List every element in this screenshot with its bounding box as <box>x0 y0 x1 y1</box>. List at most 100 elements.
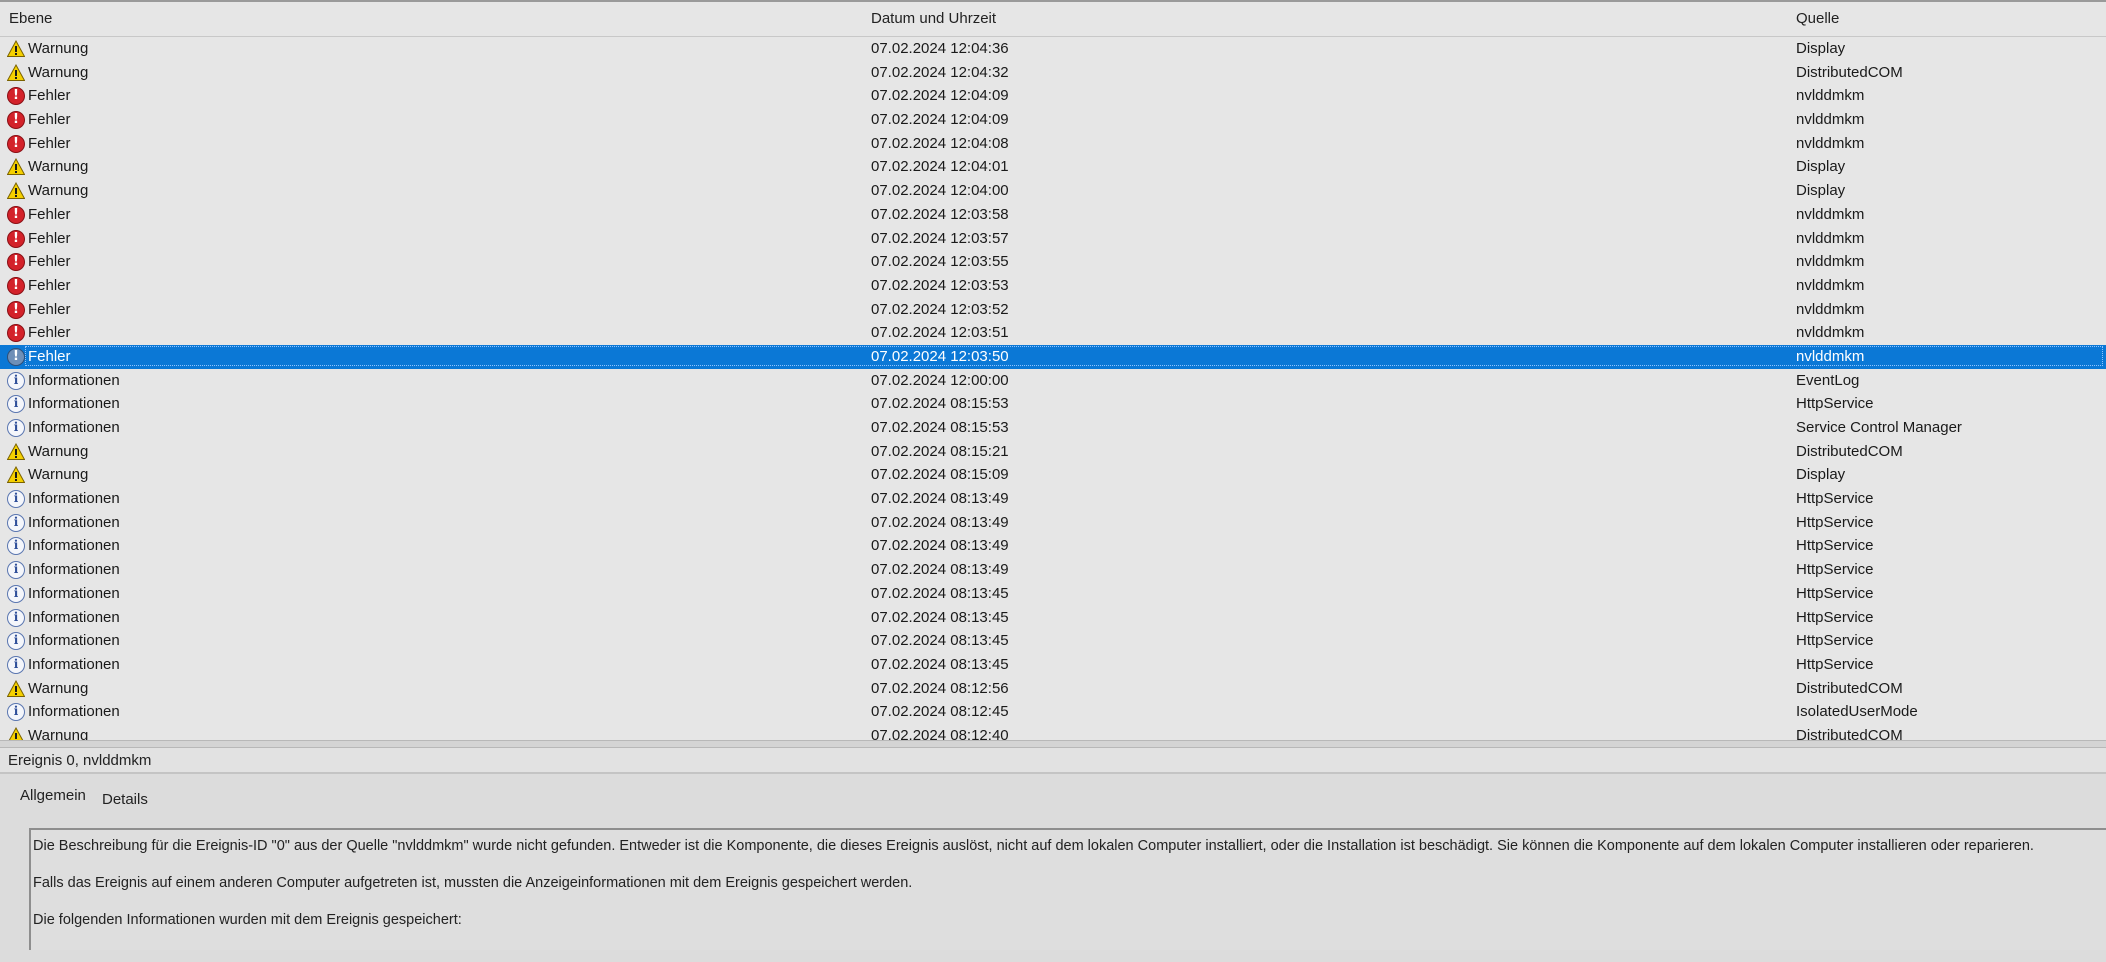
table-row[interactable]: i Informationen 07.02.2024 08:13:45 HttpSer… <box>0 629 2106 653</box>
row-level: Informationen <box>28 371 120 389</box>
error-icon: ! <box>7 276 25 295</box>
row-datetime: 07.02.2024 12:03:50 <box>871 347 1009 365</box>
detail-tabs: Allgemein Details <box>0 776 2106 816</box>
error-icon: ! <box>7 229 25 248</box>
table-row[interactable]: ! Fehler 07.02.2024 12:04:08 nvlddmkm <box>0 132 2106 156</box>
table-row[interactable]: Warnung 07.02.2024 08:15:09 Display <box>0 463 2106 487</box>
row-level: Fehler <box>28 205 71 223</box>
table-row[interactable]: ! Fehler 07.02.2024 12:03:50 nvlddmkm <box>0 344 2106 369</box>
row-datetime: 07.02.2024 12:03:53 <box>871 276 1009 294</box>
table-row[interactable]: i Informationen 07.02.2024 08:15:53 HttpSer… <box>0 392 2106 416</box>
row-datetime: 07.02.2024 08:15:53 <box>871 395 1009 413</box>
row-level: Informationen <box>28 655 120 673</box>
table-row[interactable]: i Informationen 07.02.2024 08:15:53 Service… <box>0 416 2106 440</box>
row-source: HttpService <box>1796 490 1874 508</box>
row-source: nvlddmkm <box>1796 347 1865 365</box>
row-level: Fehler <box>28 229 71 247</box>
table-row[interactable]: i Informationen 07.02.2024 08:13:45 HttpSer… <box>0 582 2106 606</box>
row-level: Fehler <box>28 324 71 342</box>
row-level: Warnung <box>28 679 89 697</box>
table-row[interactable]: Warnung 07.02.2024 12:04:00 Display <box>0 179 2106 203</box>
table-row[interactable]: i Informationen 07.02.2024 08:13:49 HttpSer… <box>0 534 2106 558</box>
tab-details[interactable]: Details <box>96 791 154 808</box>
column-header-source[interactable]: Quelle <box>1796 10 1839 27</box>
info-icon: i <box>7 395 25 414</box>
tab-allgemein[interactable]: Allgemein <box>14 787 92 804</box>
row-datetime: 07.02.2024 12:04:36 <box>871 40 1009 57</box>
column-header-level[interactable]: Ebene <box>9 10 52 27</box>
table-row[interactable]: Warnung 07.02.2024 12:04:01 Display <box>0 155 2106 179</box>
row-source: DistributedCOM <box>1796 63 1903 81</box>
row-datetime: 07.02.2024 08:12:45 <box>871 703 1009 721</box>
table-row[interactable]: ! Fehler 07.02.2024 12:03:55 nvlddmkm <box>0 250 2106 274</box>
row-source: nvlddmkm <box>1796 111 1865 129</box>
row-datetime: 07.02.2024 12:04:32 <box>871 63 1009 81</box>
table-row[interactable]: i Informationen 07.02.2024 08:13:49 HttpSer… <box>0 558 2106 582</box>
table-row[interactable]: ! Fehler 07.02.2024 12:03:53 nvlddmkm <box>0 274 2106 298</box>
row-source: HttpService <box>1796 395 1874 413</box>
warning-icon <box>7 442 25 461</box>
row-datetime: 07.02.2024 08:15:53 <box>871 419 1009 436</box>
table-row[interactable]: ! Fehler 07.02.2024 12:03:57 nvlddmkm <box>0 227 2106 251</box>
table-row[interactable]: i Informationen 07.02.2024 12:00:00 EventLo… <box>0 369 2106 393</box>
info-icon: i <box>7 371 25 390</box>
error-icon: ! <box>7 253 25 272</box>
row-source: Display <box>1796 466 1846 484</box>
info-icon: i <box>7 608 25 627</box>
row-level: Warnung <box>28 726 89 740</box>
row-datetime: 07.02.2024 12:03:52 <box>871 300 1009 318</box>
row-datetime: 07.02.2024 08:12:40 <box>871 726 1009 740</box>
row-datetime: 07.02.2024 12:04:09 <box>871 111 1009 129</box>
row-datetime: 07.02.2024 08:15:09 <box>871 466 1009 484</box>
table-row[interactable]: ! Fehler 07.02.2024 12:03:52 nvlddmkm <box>0 298 2106 322</box>
table-row[interactable]: Warnung 07.02.2024 08:12:40 DistributedCOM <box>0 724 2106 740</box>
pane-splitter[interactable] <box>0 740 2106 748</box>
table-row[interactable]: i Informationen 07.02.2024 08:12:45 Isolate… <box>0 700 2106 724</box>
row-source: HttpService <box>1796 632 1874 650</box>
table-row[interactable]: i Informationen 07.02.2024 08:13:45 HttpSer… <box>0 653 2106 677</box>
row-level: Fehler <box>28 87 71 105</box>
info-icon: i <box>7 419 25 437</box>
row-source: nvlddmkm <box>1796 87 1865 105</box>
table-row[interactable]: Warnung 07.02.2024 08:15:21 DistributedCOM <box>0 440 2106 464</box>
table-row[interactable]: i Informationen 07.02.2024 08:13:49 HttpSer… <box>0 511 2106 535</box>
row-datetime: 07.02.2024 12:03:58 <box>871 205 1009 223</box>
row-datetime: 07.02.2024 12:03:57 <box>871 229 1009 247</box>
warning-icon <box>7 63 25 82</box>
event-list[interactable]: Ebene Datum und Uhrzeit Quelle Warnung 07… <box>0 0 2106 740</box>
table-row[interactable]: Warnung 07.02.2024 12:04:32 DistributedCOM <box>0 61 2106 85</box>
row-level: Warnung <box>28 63 89 81</box>
error-icon: ! <box>7 300 25 319</box>
row-level: Fehler <box>28 111 71 129</box>
info-icon: i <box>7 490 25 509</box>
table-row[interactable]: Warnung 07.02.2024 12:04:36 Display <box>0 37 2106 61</box>
error-icon: ! <box>7 87 25 106</box>
info-icon: i <box>7 632 25 651</box>
info-icon: i <box>7 537 25 556</box>
row-datetime: 07.02.2024 08:13:49 <box>871 513 1009 531</box>
table-row[interactable]: ! Fehler 07.02.2024 12:03:58 nvlddmkm <box>0 203 2106 227</box>
table-row[interactable]: Warnung 07.02.2024 08:12:56 DistributedCOM <box>0 677 2106 701</box>
row-datetime: 07.02.2024 08:15:21 <box>871 442 1009 460</box>
row-level: Informationen <box>28 632 120 650</box>
row-source: nvlddmkm <box>1796 324 1865 342</box>
table-row[interactable]: ! Fehler 07.02.2024 12:04:09 nvlddmkm <box>0 84 2106 108</box>
table-row[interactable]: ! Fehler 07.02.2024 12:04:09 nvlddmkm <box>0 108 2106 132</box>
row-source: HttpService <box>1796 608 1874 626</box>
column-header-datetime[interactable]: Datum und Uhrzeit <box>871 10 996 27</box>
event-description[interactable]: Die Beschreibung für die Ereignis-ID "0"… <box>29 828 2106 950</box>
table-row[interactable]: i Informationen 07.02.2024 08:13:45 HttpSer… <box>0 606 2106 630</box>
row-datetime: 07.02.2024 08:13:45 <box>871 584 1009 602</box>
row-source: HttpService <box>1796 561 1874 579</box>
row-level: Fehler <box>28 347 71 365</box>
row-source: nvlddmkm <box>1796 253 1865 271</box>
table-row[interactable]: ! Fehler 07.02.2024 12:03:51 nvlddmkm <box>0 321 2106 345</box>
warning-icon <box>7 679 25 698</box>
row-source: DistributedCOM <box>1796 679 1903 697</box>
row-level: Informationen <box>28 584 120 602</box>
row-level: Informationen <box>28 561 120 579</box>
table-row[interactable]: i Informationen 07.02.2024 08:13:49 HttpSer… <box>0 487 2106 511</box>
row-datetime: 07.02.2024 12:03:55 <box>871 253 1009 271</box>
error-icon: ! <box>7 205 25 224</box>
row-source: HttpService <box>1796 584 1874 602</box>
